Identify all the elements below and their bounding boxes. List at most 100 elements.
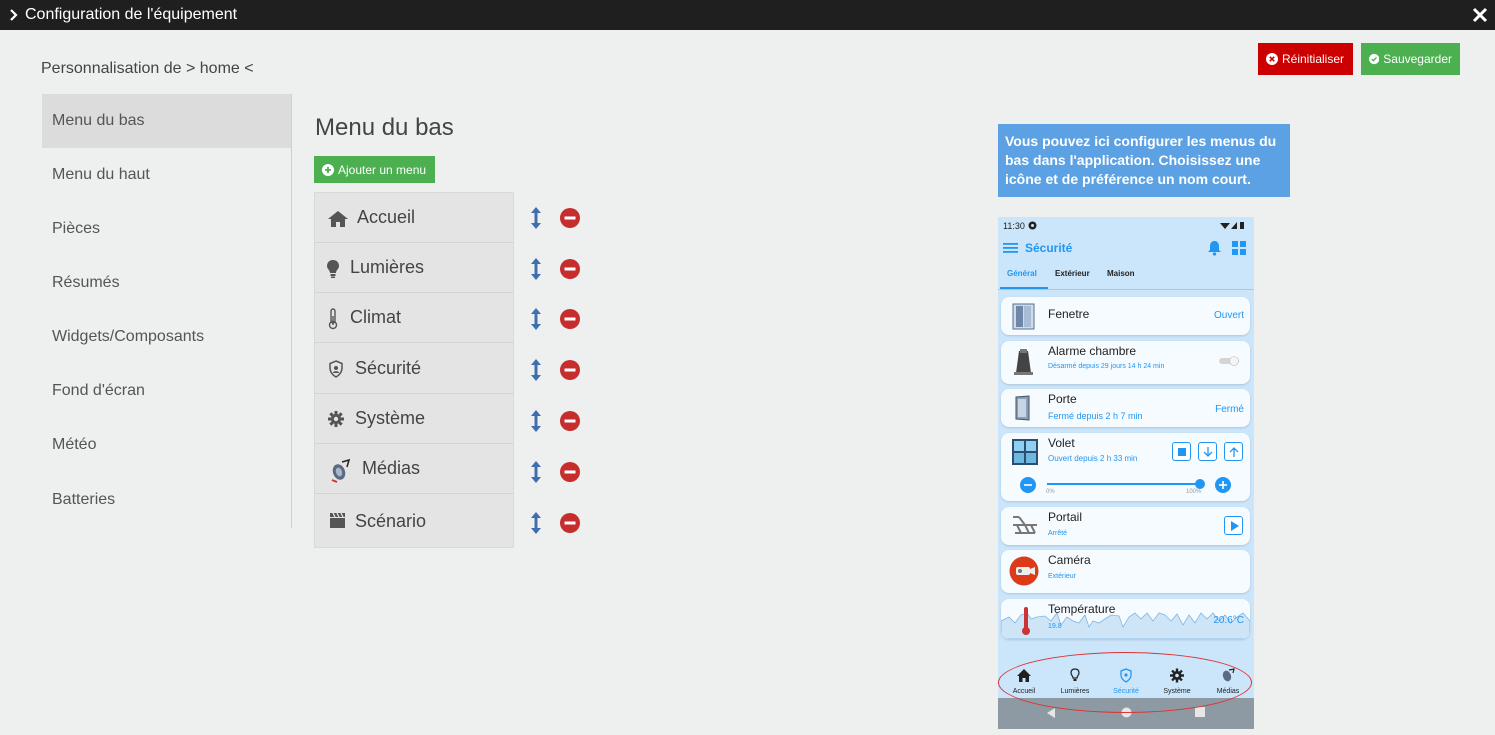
window-title: Configuration de l'équipement xyxy=(25,6,238,23)
card-state: Ouvert xyxy=(1213,310,1244,321)
card-name: Fenetre xyxy=(1048,307,1090,321)
play-icon xyxy=(1231,521,1239,531)
menu-row-medias[interactable]: Médias xyxy=(314,444,514,494)
grid-icon[interactable] xyxy=(1232,241,1246,255)
menu-row-climat[interactable]: Climat xyxy=(314,293,514,343)
sidebar-item-fond-ecran[interactable]: Fond d'écran xyxy=(42,364,291,418)
hamburger-icon[interactable] xyxy=(1003,242,1018,254)
menu-label: Médias xyxy=(362,458,421,478)
sidebar-item-batteries[interactable]: Batteries xyxy=(42,473,291,527)
close-icon[interactable] xyxy=(1471,6,1489,24)
delete-icon[interactable] xyxy=(560,259,580,279)
menu-row-accueil[interactable]: Accueil xyxy=(314,193,514,243)
portail-play-button[interactable] xyxy=(1224,516,1243,535)
door-icon xyxy=(1015,395,1030,421)
info-box: Vous pouvez ici configurer les menus du … xyxy=(998,124,1290,197)
card-alarme[interactable]: Alarme chambre Désarmé depuis 29 jours 1… xyxy=(1001,341,1250,384)
menu-label: Système xyxy=(355,408,426,428)
card-portail[interactable]: Portail Arrêté xyxy=(1001,507,1250,545)
move-vertical-icon[interactable] xyxy=(530,410,542,432)
toggle-switch[interactable] xyxy=(1218,356,1240,366)
gear-icon xyxy=(328,411,344,427)
thermometer-icon xyxy=(1022,607,1030,635)
status-app-icon xyxy=(1028,221,1037,230)
plus-circle-icon[interactable] xyxy=(1215,477,1231,493)
sidebar-item-menu-du-bas[interactable]: Menu du bas xyxy=(42,94,291,148)
alarm-icon xyxy=(1014,349,1033,375)
menu-label: Accueil xyxy=(357,207,416,227)
card-name: Porte xyxy=(1048,392,1077,406)
menu-row-systeme[interactable]: Système xyxy=(314,394,514,444)
section-title: Menu du bas xyxy=(315,114,454,141)
card-camera[interactable]: Caméra Extérieur xyxy=(1001,550,1250,593)
check-circle-icon xyxy=(1369,53,1380,65)
sidebar-item-meteo[interactable]: Météo xyxy=(42,418,291,472)
card-porte[interactable]: Porte Fermé depuis 2 h 7 min Fermé xyxy=(1001,389,1250,427)
card-sub: Ouvert depuis 2 h 33 min xyxy=(1048,454,1138,463)
menu-row-scenario[interactable]: Scénario xyxy=(314,497,514,547)
delete-icon[interactable] xyxy=(560,513,580,533)
bell-icon[interactable] xyxy=(1207,240,1222,256)
menu-label: Climat xyxy=(350,307,402,327)
volet-stop-button[interactable] xyxy=(1172,442,1191,461)
status-time: 11:30 xyxy=(1003,221,1025,231)
tab-exterieur[interactable]: Extérieur xyxy=(1055,269,1090,278)
save-label: Sauvegarder xyxy=(1383,52,1452,66)
card-name: Alarme chambre xyxy=(1048,344,1137,358)
move-vertical-icon[interactable] xyxy=(530,512,542,534)
reset-button[interactable]: Réinitialiser xyxy=(1258,43,1353,75)
temp-low-label: 19.8 xyxy=(1048,623,1062,630)
thermometer-icon xyxy=(328,308,338,330)
recents-icon[interactable] xyxy=(1195,707,1205,717)
delete-icon[interactable] xyxy=(560,360,580,380)
card-name: Caméra xyxy=(1048,553,1091,567)
card-name: Portail xyxy=(1048,510,1083,524)
menu-row-lumieres[interactable]: Lumières xyxy=(314,243,514,293)
move-vertical-icon[interactable] xyxy=(530,308,542,330)
volet-down-button[interactable] xyxy=(1198,442,1217,461)
tab-general[interactable]: Général xyxy=(1007,269,1037,278)
card-temperature[interactable]: Température 19.8 20.6°C xyxy=(1001,599,1250,639)
volet-up-button[interactable] xyxy=(1224,442,1243,461)
card-fenetre[interactable]: Fenetre Ouvert xyxy=(1001,297,1250,335)
card-state: Fermé xyxy=(1215,404,1244,415)
home-icon xyxy=(328,211,348,227)
move-vertical-icon[interactable] xyxy=(530,207,542,229)
reset-label: Réinitialiser xyxy=(1282,52,1345,66)
tab-maison[interactable]: Maison xyxy=(1107,269,1135,278)
times-circle-icon xyxy=(1266,53,1278,65)
card-sub: Désarmé depuis 29 jours 14 h 24 min xyxy=(1048,363,1165,370)
gate-icon xyxy=(1013,516,1037,534)
menu-row-securite[interactable]: Sécurité xyxy=(314,344,514,394)
move-vertical-icon[interactable] xyxy=(530,359,542,381)
delete-icon[interactable] xyxy=(560,411,580,431)
slider-max-label: 100% xyxy=(1186,489,1202,495)
sidebar-item-pieces[interactable]: Pièces xyxy=(42,202,291,256)
card-sub: Arrêté xyxy=(1048,530,1068,537)
clapperboard-icon xyxy=(330,512,345,528)
shield-icon xyxy=(329,360,343,378)
sidebar-item-resumes[interactable]: Résumés xyxy=(42,256,291,310)
move-vertical-icon[interactable] xyxy=(530,258,542,280)
volet-slider-track[interactable] xyxy=(1047,483,1200,485)
save-button[interactable]: Sauvegarder xyxy=(1361,43,1460,75)
window-icon xyxy=(1012,303,1035,330)
sidebar-item-menu-du-haut[interactable]: Menu du haut xyxy=(42,148,291,202)
shutter-icon xyxy=(1012,439,1038,465)
delete-icon[interactable] xyxy=(560,462,580,482)
card-volet[interactable]: Volet Ouvert depuis 2 h 33 min 0% 100% xyxy=(1001,433,1250,501)
menu-label: Sécurité xyxy=(355,358,422,378)
highlight-ellipse xyxy=(998,652,1252,713)
delete-icon[interactable] xyxy=(560,309,580,329)
move-vertical-icon[interactable] xyxy=(530,461,542,483)
back-icon[interactable] xyxy=(1046,707,1056,719)
stop-icon xyxy=(1178,448,1186,456)
delete-icon[interactable] xyxy=(560,208,580,228)
volet-slider-thumb[interactable] xyxy=(1195,479,1205,489)
add-menu-label: Ajouter un menu xyxy=(338,162,427,177)
sidebar-item-widgets[interactable]: Widgets/Composants xyxy=(42,310,291,364)
minus-circle-icon[interactable] xyxy=(1020,477,1036,493)
add-menu-button[interactable]: Ajouter un menu xyxy=(314,156,435,183)
temp-value: 20.6°C xyxy=(1213,615,1244,626)
menu-label: Lumières xyxy=(350,257,425,277)
